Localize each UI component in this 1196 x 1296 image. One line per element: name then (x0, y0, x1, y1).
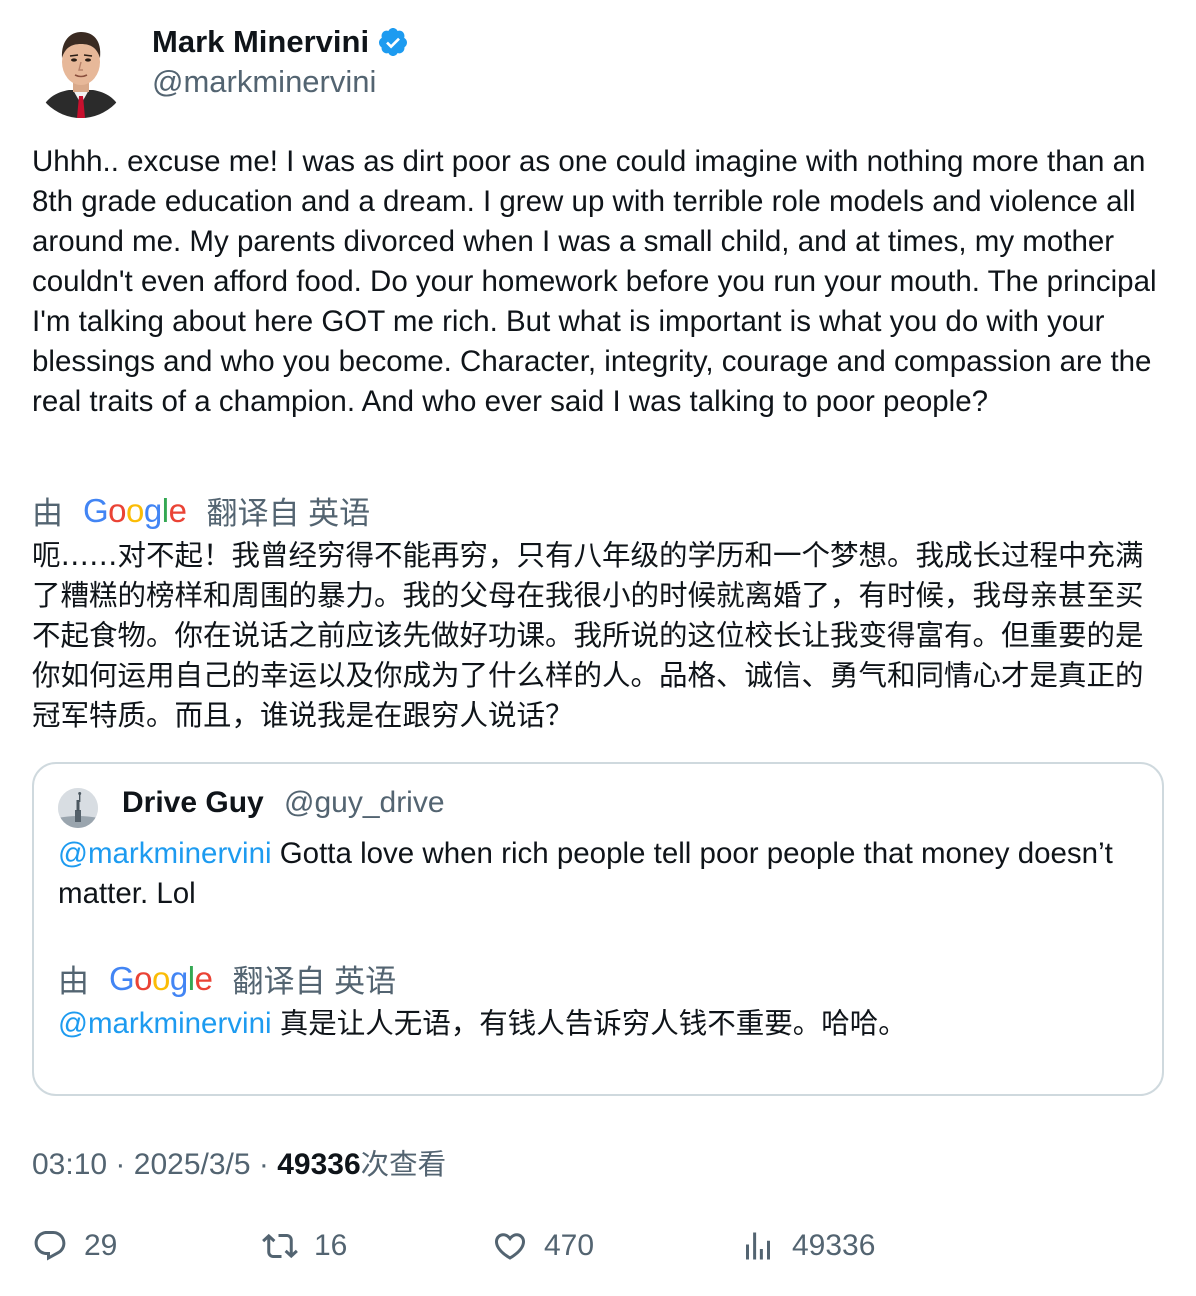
translation-attribution: 由 Google 翻译自 英语 (32, 488, 370, 533)
reply-count: 29 (84, 1229, 118, 1262)
quoted-translated-mention-link[interactable]: @markminervini (58, 1007, 272, 1040)
view-count-label: 次查看 (360, 1148, 447, 1181)
tweet-text: Uhhh.. excuse me! I was as dirt poor as … (32, 145, 1157, 418)
views-count: 49336 (792, 1229, 876, 1262)
author-avatar[interactable] (33, 22, 129, 118)
quoted-translated-text: @markminervini 真是让人无语，有钱人告诉穷人钱不重要。哈哈。 (58, 1004, 1138, 1044)
reply-icon (34, 1231, 66, 1261)
views-button[interactable]: 49336 (740, 1228, 875, 1264)
retweet-button[interactable]: 16 (262, 1228, 347, 1264)
view-count: 49336 (277, 1148, 361, 1181)
google-logo: Google (109, 959, 213, 997)
quoted-translated-body: 真是让人无语，有钱人告诉穷人钱不重要。哈哈。 (279, 1007, 907, 1040)
quoted-author-avatar[interactable] (58, 788, 98, 828)
statue-of-liberty-image (58, 788, 98, 828)
author-name[interactable]: Mark Minervini (152, 24, 409, 60)
reply-button[interactable]: 29 (32, 1228, 117, 1264)
translated-tweet-text: 呃……对不起！我曾经穷得不能再穷，只有八年级的学历和一个梦想。我成长过程中充满了… (32, 539, 1144, 732)
quoted-tweet-text: @markminervini Gotta love when rich peop… (58, 834, 1138, 914)
translation-prefix: 由 (32, 496, 63, 531)
like-count: 470 (544, 1229, 595, 1262)
quoted-author-handle[interactable]: @guy_drive (284, 786, 445, 820)
meta-separator: · (115, 1148, 126, 1181)
author-name-text: Mark Minervini (152, 24, 370, 59)
quoted-tweet-card[interactable]: Drive Guy @guy_drive @markminervini Gott… (32, 762, 1164, 1096)
tweet-date[interactable]: 2025/3/5 (134, 1148, 251, 1181)
meta-separator: · (258, 1148, 269, 1181)
verified-badge-icon (379, 28, 408, 56)
translation-suffix: 翻译自 英语 (206, 496, 371, 531)
quoted-mention-link[interactable]: @markminervini (58, 837, 272, 870)
quoted-translation-attribution: 由 Google 翻译自 英语 (58, 956, 396, 1001)
action-bar: 29 16 470 49336 (32, 1228, 1164, 1274)
retweet-icon (262, 1233, 298, 1259)
avatar-portrait (33, 22, 129, 118)
like-button[interactable]: 470 (492, 1228, 594, 1264)
author-handle[interactable]: @markminervini (152, 64, 376, 100)
tweet-time[interactable]: 03:10 (32, 1148, 107, 1181)
bar-chart-icon (746, 1232, 770, 1260)
quoted-translation-suffix: 翻译自 英语 (232, 964, 397, 999)
retweet-count: 16 (314, 1229, 348, 1262)
heart-icon (494, 1233, 526, 1260)
google-logo: Google (83, 491, 187, 529)
tweet-meta: 03:10 · 2025/3/5 · 49336次查看 (32, 1142, 446, 1183)
quoted-author-name[interactable]: Drive Guy (122, 786, 264, 820)
quoted-translation-prefix: 由 (58, 964, 89, 999)
